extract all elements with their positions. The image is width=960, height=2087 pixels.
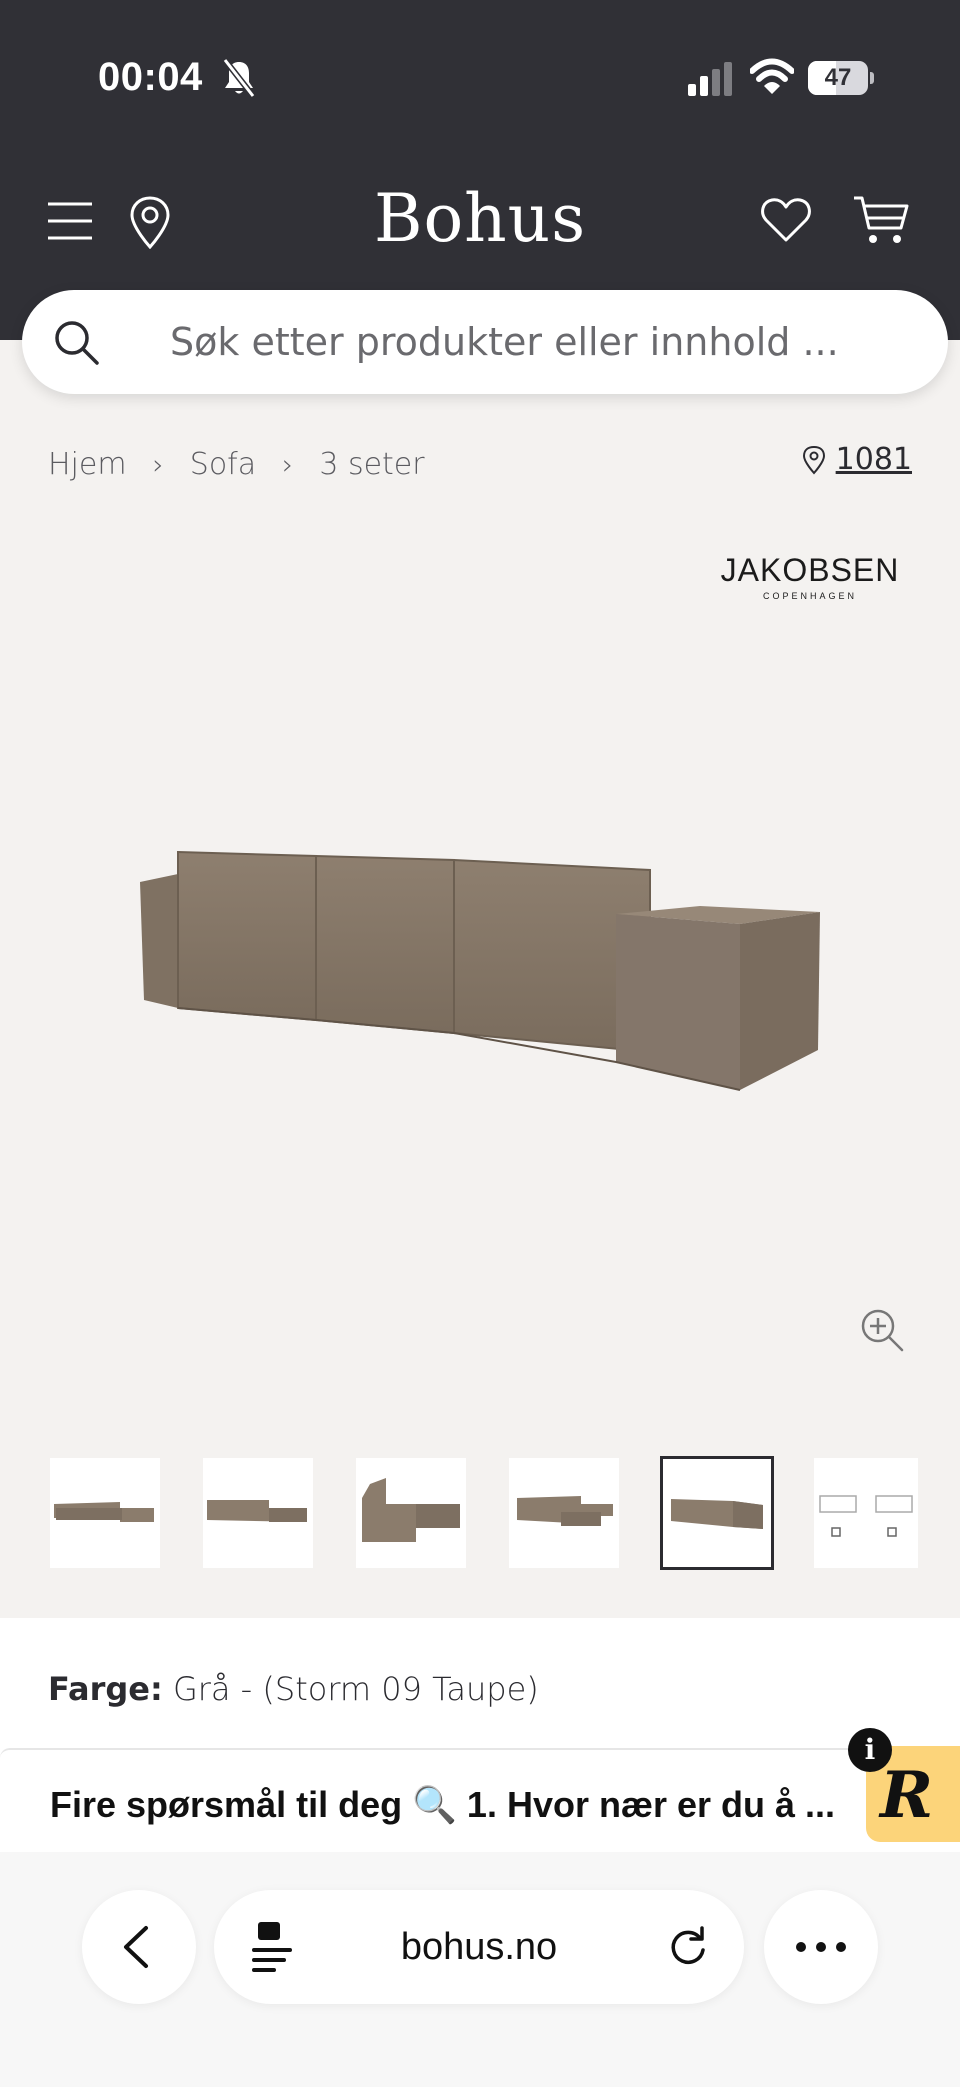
back-button[interactable] <box>82 1890 196 2004</box>
reload-icon[interactable] <box>666 1924 710 1968</box>
thumbnail-1[interactable] <box>50 1458 160 1568</box>
brand-subtitle: COPENHAGEN <box>762 591 857 601</box>
color-label: Farge: <box>48 1670 163 1708</box>
header-bar: 00:04 47 Bohus <box>0 0 960 340</box>
thumbnail-5-selected[interactable] <box>660 1456 774 1570</box>
thumbnail-6[interactable] <box>814 1458 918 1568</box>
wishlist-heart-icon[interactable] <box>760 196 812 244</box>
thumbnail-3[interactable] <box>356 1458 466 1568</box>
thumbnail-strip <box>0 1452 960 1576</box>
survey-banner-text: Fire spørsmål til deg 🔍 1. Hvor nær er d… <box>50 1784 836 1825</box>
more-options-button[interactable] <box>764 1890 878 2004</box>
info-icon[interactable]: i <box>848 1728 892 1772</box>
color-value: Grå - (Storm 09 Taupe) <box>172 1670 539 1708</box>
store-location-icon[interactable] <box>128 195 172 249</box>
product-image[interactable] <box>130 830 830 1100</box>
breadcrumb-3-seter[interactable]: 3 seter <box>319 447 424 482</box>
breadcrumb-sofa[interactable]: Sofa <box>190 447 256 482</box>
location-pin-icon <box>802 445 825 474</box>
url-text: bohus.no <box>400 1926 558 1968</box>
status-time: 00:04 <box>98 55 203 99</box>
bell-muted-icon <box>222 58 256 98</box>
status-bar: 00:04 47 <box>0 0 960 150</box>
ellipsis-icon <box>796 1942 846 1952</box>
cellular-signal-icon <box>688 62 732 96</box>
chevron-left-icon <box>124 1926 148 1968</box>
bohus-logo[interactable]: Bohus <box>320 180 640 257</box>
chevron-right-icon: › <box>282 447 294 481</box>
battery-indicator: 47 <box>808 61 874 95</box>
wifi-icon <box>750 58 794 94</box>
brand-logo: JAKOBSEN COPENHAGEN <box>700 552 920 601</box>
color-selection: Farge: Grå - (Storm 09 Taupe) <box>48 1670 539 1708</box>
search-bar[interactable] <box>22 290 948 394</box>
hamburger-menu-icon[interactable] <box>46 200 94 242</box>
search-icon <box>55 321 99 365</box>
shopping-cart-icon[interactable] <box>852 194 910 246</box>
brand-name: JAKOBSEN <box>720 552 900 588</box>
zoom-in-icon[interactable] <box>858 1306 906 1354</box>
store-number[interactable]: 1081 <box>836 442 912 477</box>
address-bar[interactable]: bohus.no <box>214 1890 744 2004</box>
chevron-right-icon: › <box>152 447 164 481</box>
search-input[interactable] <box>170 310 910 374</box>
survey-banner[interactable]: Fire spørsmål til deg 🔍 1. Hvor nær er d… <box>0 1748 960 1848</box>
thumbnail-2[interactable] <box>203 1458 313 1568</box>
r-logo-icon: R <box>880 1758 934 1833</box>
breadcrumb-home[interactable]: Hjem <box>48 447 127 482</box>
battery-percent: 47 <box>824 64 852 91</box>
breadcrumb: Hjem › Sofa › 3 seter <box>48 444 425 484</box>
browser-toolbar: bohus.no <box>0 1852 960 2087</box>
selected-store[interactable]: 1081 <box>802 442 912 477</box>
thumbnail-4[interactable] <box>509 1458 619 1568</box>
